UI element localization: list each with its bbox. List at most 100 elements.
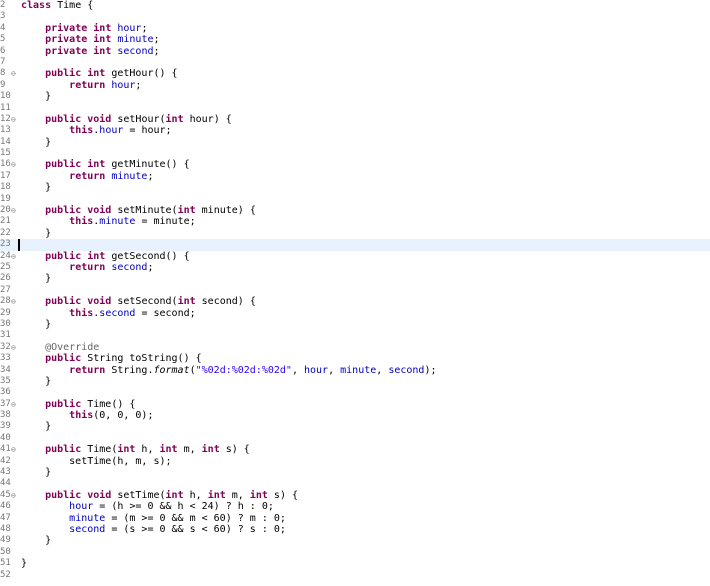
fold-toggle-icon[interactable]: ⊖ bbox=[11, 490, 16, 501]
code-line[interactable]: 21 this.minute = minute; bbox=[0, 216, 710, 227]
code-text[interactable]: hour = (h >= 0 && h < 24) ? h : 0; bbox=[21, 501, 274, 512]
code-text[interactable]: public String toString() { bbox=[21, 353, 202, 364]
code-line[interactable]: 20 ⊖ public void setMinute(int minute) { bbox=[0, 205, 710, 216]
code-text[interactable]: return second; bbox=[21, 262, 153, 273]
code-text[interactable]: public int getHour() { bbox=[21, 68, 177, 79]
code-line[interactable]: 8 ⊖ public int getHour() { bbox=[0, 68, 710, 79]
code-line[interactable]: 9 return hour; bbox=[0, 80, 710, 91]
code-line[interactable]: 7 bbox=[0, 57, 710, 68]
code-line[interactable]: 15 bbox=[0, 148, 710, 159]
code-line[interactable]: 48 second = (s >= 0 && s < 60) ? s : 0; bbox=[0, 524, 710, 535]
code-line[interactable]: 30 } bbox=[0, 319, 710, 330]
code-line[interactable]: 45 ⊖ public void setTime(int h, int m, in… bbox=[0, 490, 710, 501]
code-text[interactable]: this.second = second; bbox=[21, 308, 195, 319]
code-line[interactable]: 17 return minute; bbox=[0, 171, 710, 182]
code-editor[interactable]: 2 class Time {3 4 private int hour; 5 priva… bbox=[0, 0, 710, 586]
code-text[interactable]: public int getSecond() { bbox=[21, 251, 190, 262]
code-text[interactable]: @Override bbox=[21, 342, 99, 353]
code-line[interactable]: 13 this.hour = hour; bbox=[0, 125, 710, 136]
fold-toggle-icon[interactable]: ⊖ bbox=[11, 159, 16, 170]
code-line[interactable]: 39 } bbox=[0, 421, 710, 432]
code-text[interactable]: } bbox=[21, 467, 51, 478]
code-line[interactable]: 50 bbox=[0, 547, 710, 558]
code-text[interactable]: public Time(int h, int m, int s) { bbox=[21, 444, 250, 455]
code-text[interactable]: } bbox=[21, 319, 51, 330]
code-text[interactable]: } bbox=[21, 228, 51, 239]
code-line[interactable]: 38 this(0, 0, 0); bbox=[0, 410, 710, 421]
code-line[interactable]: 5 private int minute; bbox=[0, 34, 710, 45]
code-line[interactable]: 49 } bbox=[0, 535, 710, 546]
code-text[interactable]: public void setTime(int h, int m, int s)… bbox=[21, 490, 298, 501]
code-line[interactable]: 28 ⊖ public void setSecond(int second) { bbox=[0, 296, 710, 307]
code-text[interactable]: public void setHour(int hour) { bbox=[21, 114, 232, 125]
code-text[interactable]: } bbox=[21, 535, 51, 546]
code-line[interactable]: 29 this.second = second; bbox=[0, 308, 710, 319]
code-line[interactable]: 27 bbox=[0, 285, 710, 296]
code-line[interactable]: 34 return String.format("%02d:%02d:%02d"… bbox=[0, 365, 710, 376]
code-text[interactable]: } bbox=[21, 273, 51, 284]
fold-toggle-icon[interactable]: ⊖ bbox=[11, 342, 16, 353]
code-line[interactable]: 40 bbox=[0, 433, 710, 444]
code-text[interactable]: } bbox=[21, 376, 51, 387]
code-text[interactable]: private int hour; bbox=[21, 23, 147, 34]
code-area[interactable]: 2 class Time {3 4 private int hour; 5 priva… bbox=[0, 0, 710, 581]
code-line[interactable]: 31 bbox=[0, 330, 710, 341]
code-line[interactable]: 11 bbox=[0, 103, 710, 114]
code-line[interactable]: 44 bbox=[0, 478, 710, 489]
code-text[interactable]: class Time { bbox=[21, 0, 93, 11]
code-text[interactable]: second = (s >= 0 && s < 60) ? s : 0; bbox=[21, 524, 286, 535]
fold-toggle-icon[interactable]: ⊖ bbox=[11, 68, 16, 79]
code-line[interactable]: 23 bbox=[0, 239, 710, 251]
code-text[interactable]: } bbox=[21, 421, 51, 432]
code-line[interactable]: 37 ⊖ public Time() { bbox=[0, 399, 710, 410]
code-text[interactable]: public void setMinute(int minute) { bbox=[21, 205, 256, 216]
code-line[interactable]: 16 ⊖ public int getMinute() { bbox=[0, 159, 710, 170]
code-text[interactable]: this.hour = hour; bbox=[21, 125, 171, 136]
code-line[interactable]: 41 ⊖ public Time(int h, int m, int s) { bbox=[0, 444, 710, 455]
code-line[interactable]: 14 } bbox=[0, 137, 710, 148]
fold-toggle-icon[interactable]: ⊖ bbox=[11, 251, 16, 262]
code-line[interactable]: 3 bbox=[0, 11, 710, 22]
fold-toggle-icon[interactable]: ⊖ bbox=[11, 296, 16, 307]
code-text[interactable]: return hour; bbox=[21, 80, 141, 91]
code-line[interactable]: 43 } bbox=[0, 467, 710, 478]
code-line[interactable]: 26 } bbox=[0, 273, 710, 284]
code-line[interactable]: 33 public String toString() { bbox=[0, 353, 710, 364]
code-text[interactable]: } bbox=[21, 182, 51, 193]
code-line[interactable]: 6 private int second; bbox=[0, 46, 710, 57]
code-line[interactable]: 10 } bbox=[0, 91, 710, 102]
code-text[interactable]: private int minute; bbox=[21, 34, 159, 45]
code-line[interactable]: 2 class Time { bbox=[0, 0, 710, 11]
fold-toggle-icon[interactable]: ⊖ bbox=[11, 114, 16, 125]
code-text[interactable]: minute = (m >= 0 && m < 60) ? m : 0; bbox=[21, 513, 286, 524]
code-line[interactable]: 32 ⊖ @Override bbox=[0, 342, 710, 353]
code-line[interactable]: 18 } bbox=[0, 182, 710, 193]
code-line[interactable]: 51} bbox=[0, 558, 710, 569]
code-text[interactable]: public void setSecond(int second) { bbox=[21, 296, 256, 307]
code-text[interactable]: } bbox=[21, 91, 51, 102]
code-line[interactable]: 12 ⊖ public void setHour(int hour) { bbox=[0, 114, 710, 125]
code-line[interactable]: 47 minute = (m >= 0 && m < 60) ? m : 0; bbox=[0, 513, 710, 524]
code-line[interactable]: 25 return second; bbox=[0, 262, 710, 273]
code-line[interactable]: 4 private int hour; bbox=[0, 23, 710, 34]
code-text[interactable]: } bbox=[21, 558, 27, 569]
code-text[interactable]: this(0, 0, 0); bbox=[21, 410, 153, 421]
code-text[interactable]: return minute; bbox=[21, 171, 153, 182]
code-line[interactable]: 46 hour = (h >= 0 && h < 24) ? h : 0; bbox=[0, 501, 710, 512]
code-line[interactable]: 52 bbox=[0, 570, 710, 581]
code-line[interactable]: 24 ⊖ public int getSecond() { bbox=[0, 251, 710, 262]
code-text[interactable]: setTime(h, m, s); bbox=[21, 456, 171, 467]
code-line[interactable]: 19 bbox=[0, 194, 710, 205]
code-line[interactable]: 42 setTime(h, m, s); bbox=[0, 456, 710, 467]
fold-toggle-icon[interactable]: ⊖ bbox=[11, 205, 16, 216]
code-line[interactable]: 35 } bbox=[0, 376, 710, 387]
fold-toggle-icon[interactable]: ⊖ bbox=[11, 399, 16, 410]
code-line[interactable]: 22 } bbox=[0, 228, 710, 239]
code-text[interactable]: this.minute = minute; bbox=[21, 216, 195, 227]
code-text[interactable]: } bbox=[21, 137, 51, 148]
code-text[interactable]: public Time() { bbox=[21, 399, 135, 410]
fold-toggle-icon[interactable]: ⊖ bbox=[11, 444, 16, 455]
code-text[interactable]: private int second; bbox=[21, 46, 159, 57]
code-line[interactable]: 36 bbox=[0, 387, 710, 398]
code-text[interactable]: public int getMinute() { bbox=[21, 159, 190, 170]
